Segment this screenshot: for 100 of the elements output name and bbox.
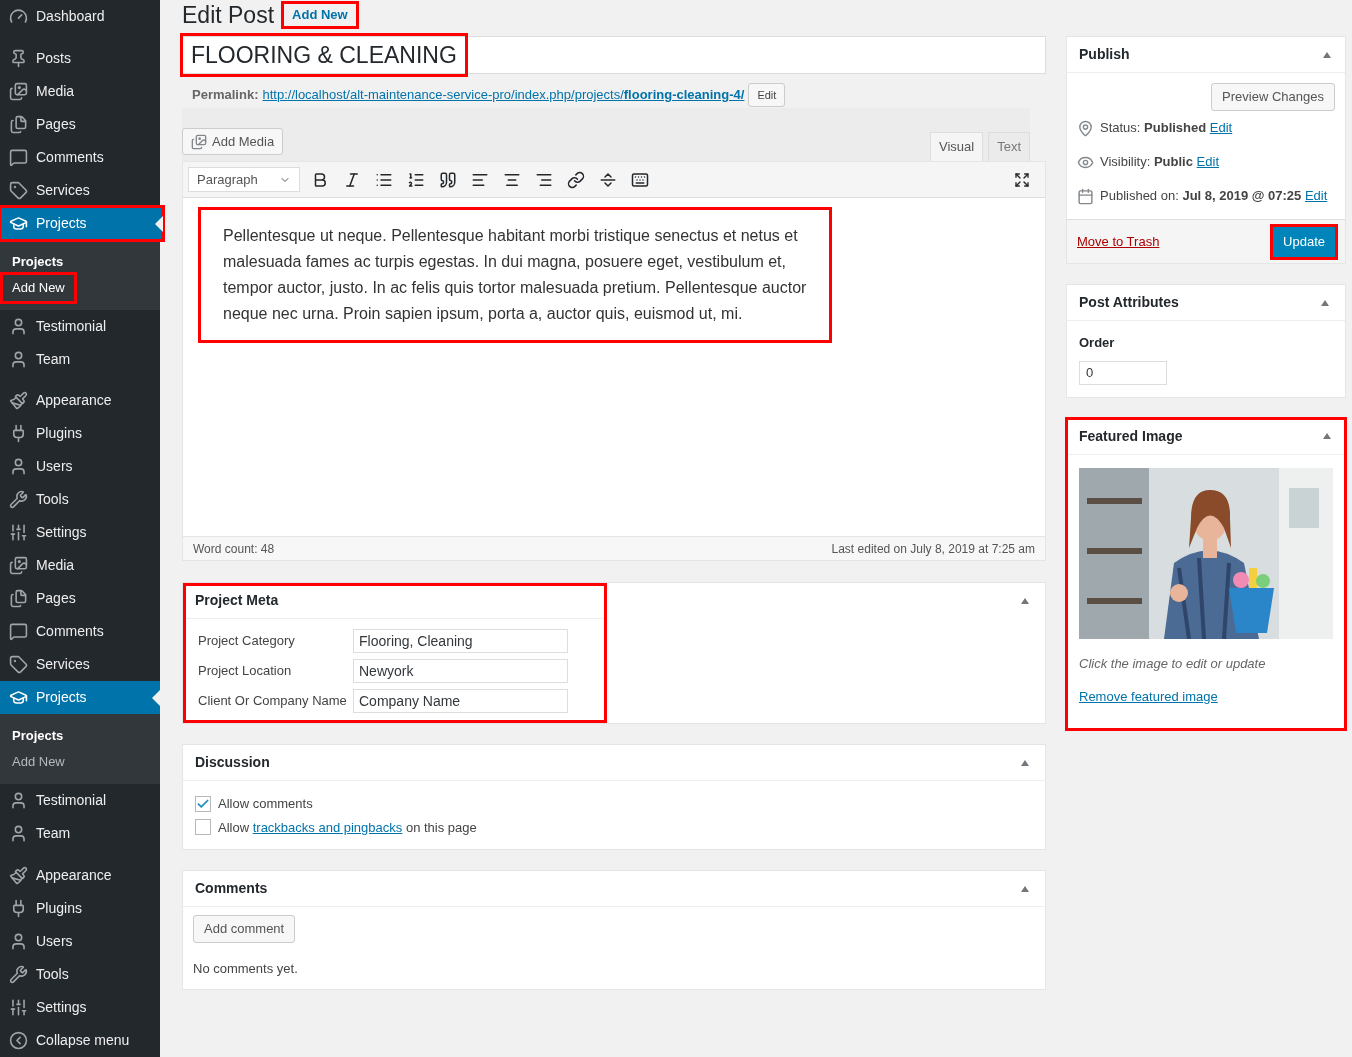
images-icon — [9, 81, 28, 101]
update-button[interactable]: Update — [1273, 226, 1335, 257]
tag-icon — [9, 655, 28, 675]
page-title: Edit Post — [182, 0, 275, 30]
pages-icon — [9, 114, 28, 134]
speech-bubble-icon — [9, 622, 28, 642]
menu-item[interactable]: Team — [0, 817, 160, 851]
paintbrush-icon — [9, 391, 28, 411]
person-icon — [9, 791, 28, 811]
menu-item[interactable]: Plugins — [0, 417, 160, 451]
format-dropdown[interactable]: Paragraph — [188, 167, 300, 192]
menu-item[interactable]: Pages — [0, 582, 160, 616]
person-icon — [9, 824, 28, 844]
add-new-button[interactable]: Add New — [284, 4, 356, 26]
word-count: Word count: 48 — [193, 540, 275, 558]
checkbox[interactable] — [195, 819, 211, 836]
menu-item[interactable]: Testimonial — [0, 784, 160, 818]
field-label: Project Location — [198, 662, 293, 681]
menu-item[interactable]: Tools — [0, 958, 160, 991]
order-label: Order — [1079, 334, 1116, 352]
menu-item[interactable]: Comments — [0, 140, 160, 174]
box-title: Project Meta — [195, 591, 279, 610]
menu-item[interactable]: Media — [0, 549, 160, 583]
post-content: Pellentesque ut neque. Pellentesque habitant morbi tristique senectus et netus et malesuada fames ac turpis egestas. In dui magna, posuere eget, vestibulum et, tempor auctor, justo. In ac felis quis tortor malesuada pretium. Pellentesque auctor neque nec urna. Proin sapien ipsum, porta a, auctor quis, euismod ut, mi. — [201, 210, 829, 340]
menu-item[interactable]: Settings — [0, 516, 160, 550]
text-field[interactable]: Company Name — [353, 689, 568, 713]
person-icon — [9, 316, 28, 336]
add-media-button[interactable]: Add Media — [182, 128, 284, 155]
checkbox[interactable] — [195, 795, 211, 812]
menu-item[interactable]: Services — [0, 648, 160, 682]
add-comment-button[interactable]: Add comment — [193, 915, 296, 943]
permalink-link[interactable]: http://localhost/alt-maintenance-service-pro/index.php/projects/flooring-cleaning-4/ — [262, 85, 745, 105]
submenu-link[interactable]: Add New — [3, 749, 74, 776]
paintbrush-icon — [9, 866, 28, 885]
images-icon — [191, 133, 207, 150]
edit-link[interactable]: Edit — [1196, 154, 1219, 170]
collapse-toggle-icon[interactable] — [1323, 433, 1331, 439]
menu-item[interactable]: Media — [0, 74, 160, 108]
submenu-link[interactable]: Add New — [3, 274, 74, 301]
menu-item[interactable]: Appearance — [0, 384, 160, 418]
current-arrow-icon — [155, 215, 163, 232]
editor-tab[interactable]: Text — [988, 132, 1030, 161]
menu-item[interactable]: Comments — [0, 615, 160, 649]
permalink-label: Permalink: — [192, 86, 259, 105]
collapse-toggle-icon[interactable] — [1021, 760, 1029, 766]
field-label: Project Category — [198, 632, 296, 651]
edit-permalink-button[interactable]: Edit — [748, 83, 786, 107]
submenu-title: Projects — [11, 252, 65, 271]
preview-changes-button[interactable]: Preview Changes — [1211, 83, 1335, 111]
menu-item[interactable]: Plugins — [0, 892, 160, 925]
menu-item[interactable]: Settings — [0, 991, 160, 1024]
menu-item[interactable]: Users — [0, 925, 160, 958]
box-title: Featured Image — [1079, 426, 1183, 446]
menu-item[interactable]: Services — [0, 173, 160, 207]
pin-icon — [9, 48, 28, 68]
option-label: Allow comments — [218, 795, 313, 813]
box-title: Post Attributes — [1079, 293, 1179, 312]
collapse-menu-button[interactable]: Collapse menu — [0, 1024, 160, 1057]
remove-featured-image-link[interactable]: Remove featured image — [1079, 687, 1218, 707]
editor-tab[interactable]: Visual — [929, 132, 984, 161]
submenu-title: Projects — [11, 727, 65, 746]
box-title: Comments — [195, 879, 268, 898]
menu-item[interactable]: Projects — [0, 206, 163, 240]
calendar-icon — [1077, 187, 1094, 205]
publish-info: Visibility: Public Edit — [1100, 153, 1219, 172]
menu-item[interactable]: Projects — [0, 681, 160, 715]
fullscreen-icon[interactable] — [1014, 171, 1030, 188]
person-icon — [9, 932, 28, 951]
menu-item[interactable]: Tools — [0, 483, 160, 517]
collapse-icon — [9, 1031, 28, 1050]
box-title: Publish — [1079, 45, 1130, 64]
move-to-trash-link[interactable]: Move to Trash — [1077, 231, 1160, 252]
wrench-icon — [9, 490, 28, 510]
menu-item[interactable]: Pages — [0, 107, 160, 141]
collapse-toggle-icon[interactable] — [1323, 51, 1331, 58]
text-field[interactable]: Flooring, Cleaning — [353, 629, 568, 653]
collapse-toggle-icon[interactable] — [1321, 300, 1329, 306]
menu-item[interactable]: Testimonial — [0, 309, 160, 343]
edit-link[interactable]: Edit — [1209, 120, 1233, 136]
menu-item[interactable]: Appearance — [0, 859, 160, 892]
menu-item[interactable]: Dashboard — [0, 0, 160, 33]
menu-item[interactable]: Team — [0, 342, 160, 376]
publish-info: Status: Published Edit — [1100, 119, 1233, 138]
current-arrow-icon — [152, 690, 160, 707]
gauge-icon — [9, 7, 28, 26]
menu-item[interactable]: Posts — [0, 41, 160, 75]
order-field[interactable]: 0 — [1079, 360, 1167, 385]
option-label: Allow trackbacks and pingbacks on this page — [218, 818, 477, 837]
publish-info: Published on: Jul 8, 2019 @ 07:25 Edit — [1100, 187, 1328, 206]
sliders-icon — [9, 523, 28, 543]
edit-link[interactable]: Edit — [1304, 188, 1328, 204]
box-title: Discussion — [195, 753, 270, 772]
speech-bubble-icon — [9, 147, 28, 167]
trackbacks-link[interactable]: trackbacks and pingbacks — [252, 819, 403, 835]
menu-item[interactable]: Users — [0, 450, 160, 484]
pin-icon — [1077, 119, 1094, 137]
collapse-toggle-icon[interactable] — [1021, 886, 1029, 892]
title-field[interactable]: FLOORING & CLEANING — [182, 36, 1046, 74]
text-field[interactable]: Newyork — [353, 659, 568, 683]
collapse-toggle-icon[interactable] — [1021, 598, 1029, 604]
